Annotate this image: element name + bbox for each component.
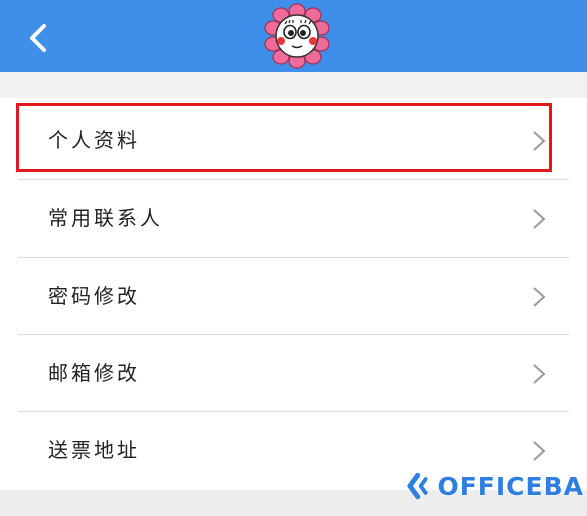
menu-item-password[interactable]: 密码修改	[18, 258, 569, 335]
watermark-text: OFFICEBA	[437, 471, 584, 501]
back-icon[interactable]	[18, 18, 58, 58]
menu-item-email[interactable]: 邮箱修改	[18, 335, 569, 412]
menu-item-label: 密码修改	[48, 284, 140, 308]
chevron-right-icon	[533, 209, 546, 229]
menu-item-contacts[interactable]: 常用联系人	[18, 180, 569, 257]
chevron-right-icon	[533, 287, 546, 307]
top-bar	[0, 0, 587, 72]
chevron-right-icon	[533, 364, 546, 384]
menu-item-label: 常用联系人	[48, 206, 163, 230]
highlight-box	[16, 103, 552, 172]
chevron-right-icon	[533, 441, 546, 461]
menu-item-label: 送票地址	[48, 438, 140, 462]
flower-face-icon	[264, 3, 330, 69]
watermark: OFFICEBA	[404, 466, 584, 506]
menu-item-label: 邮箱修改	[48, 361, 140, 385]
header-gap	[0, 72, 587, 98]
watermark-logo-icon	[407, 472, 428, 500]
